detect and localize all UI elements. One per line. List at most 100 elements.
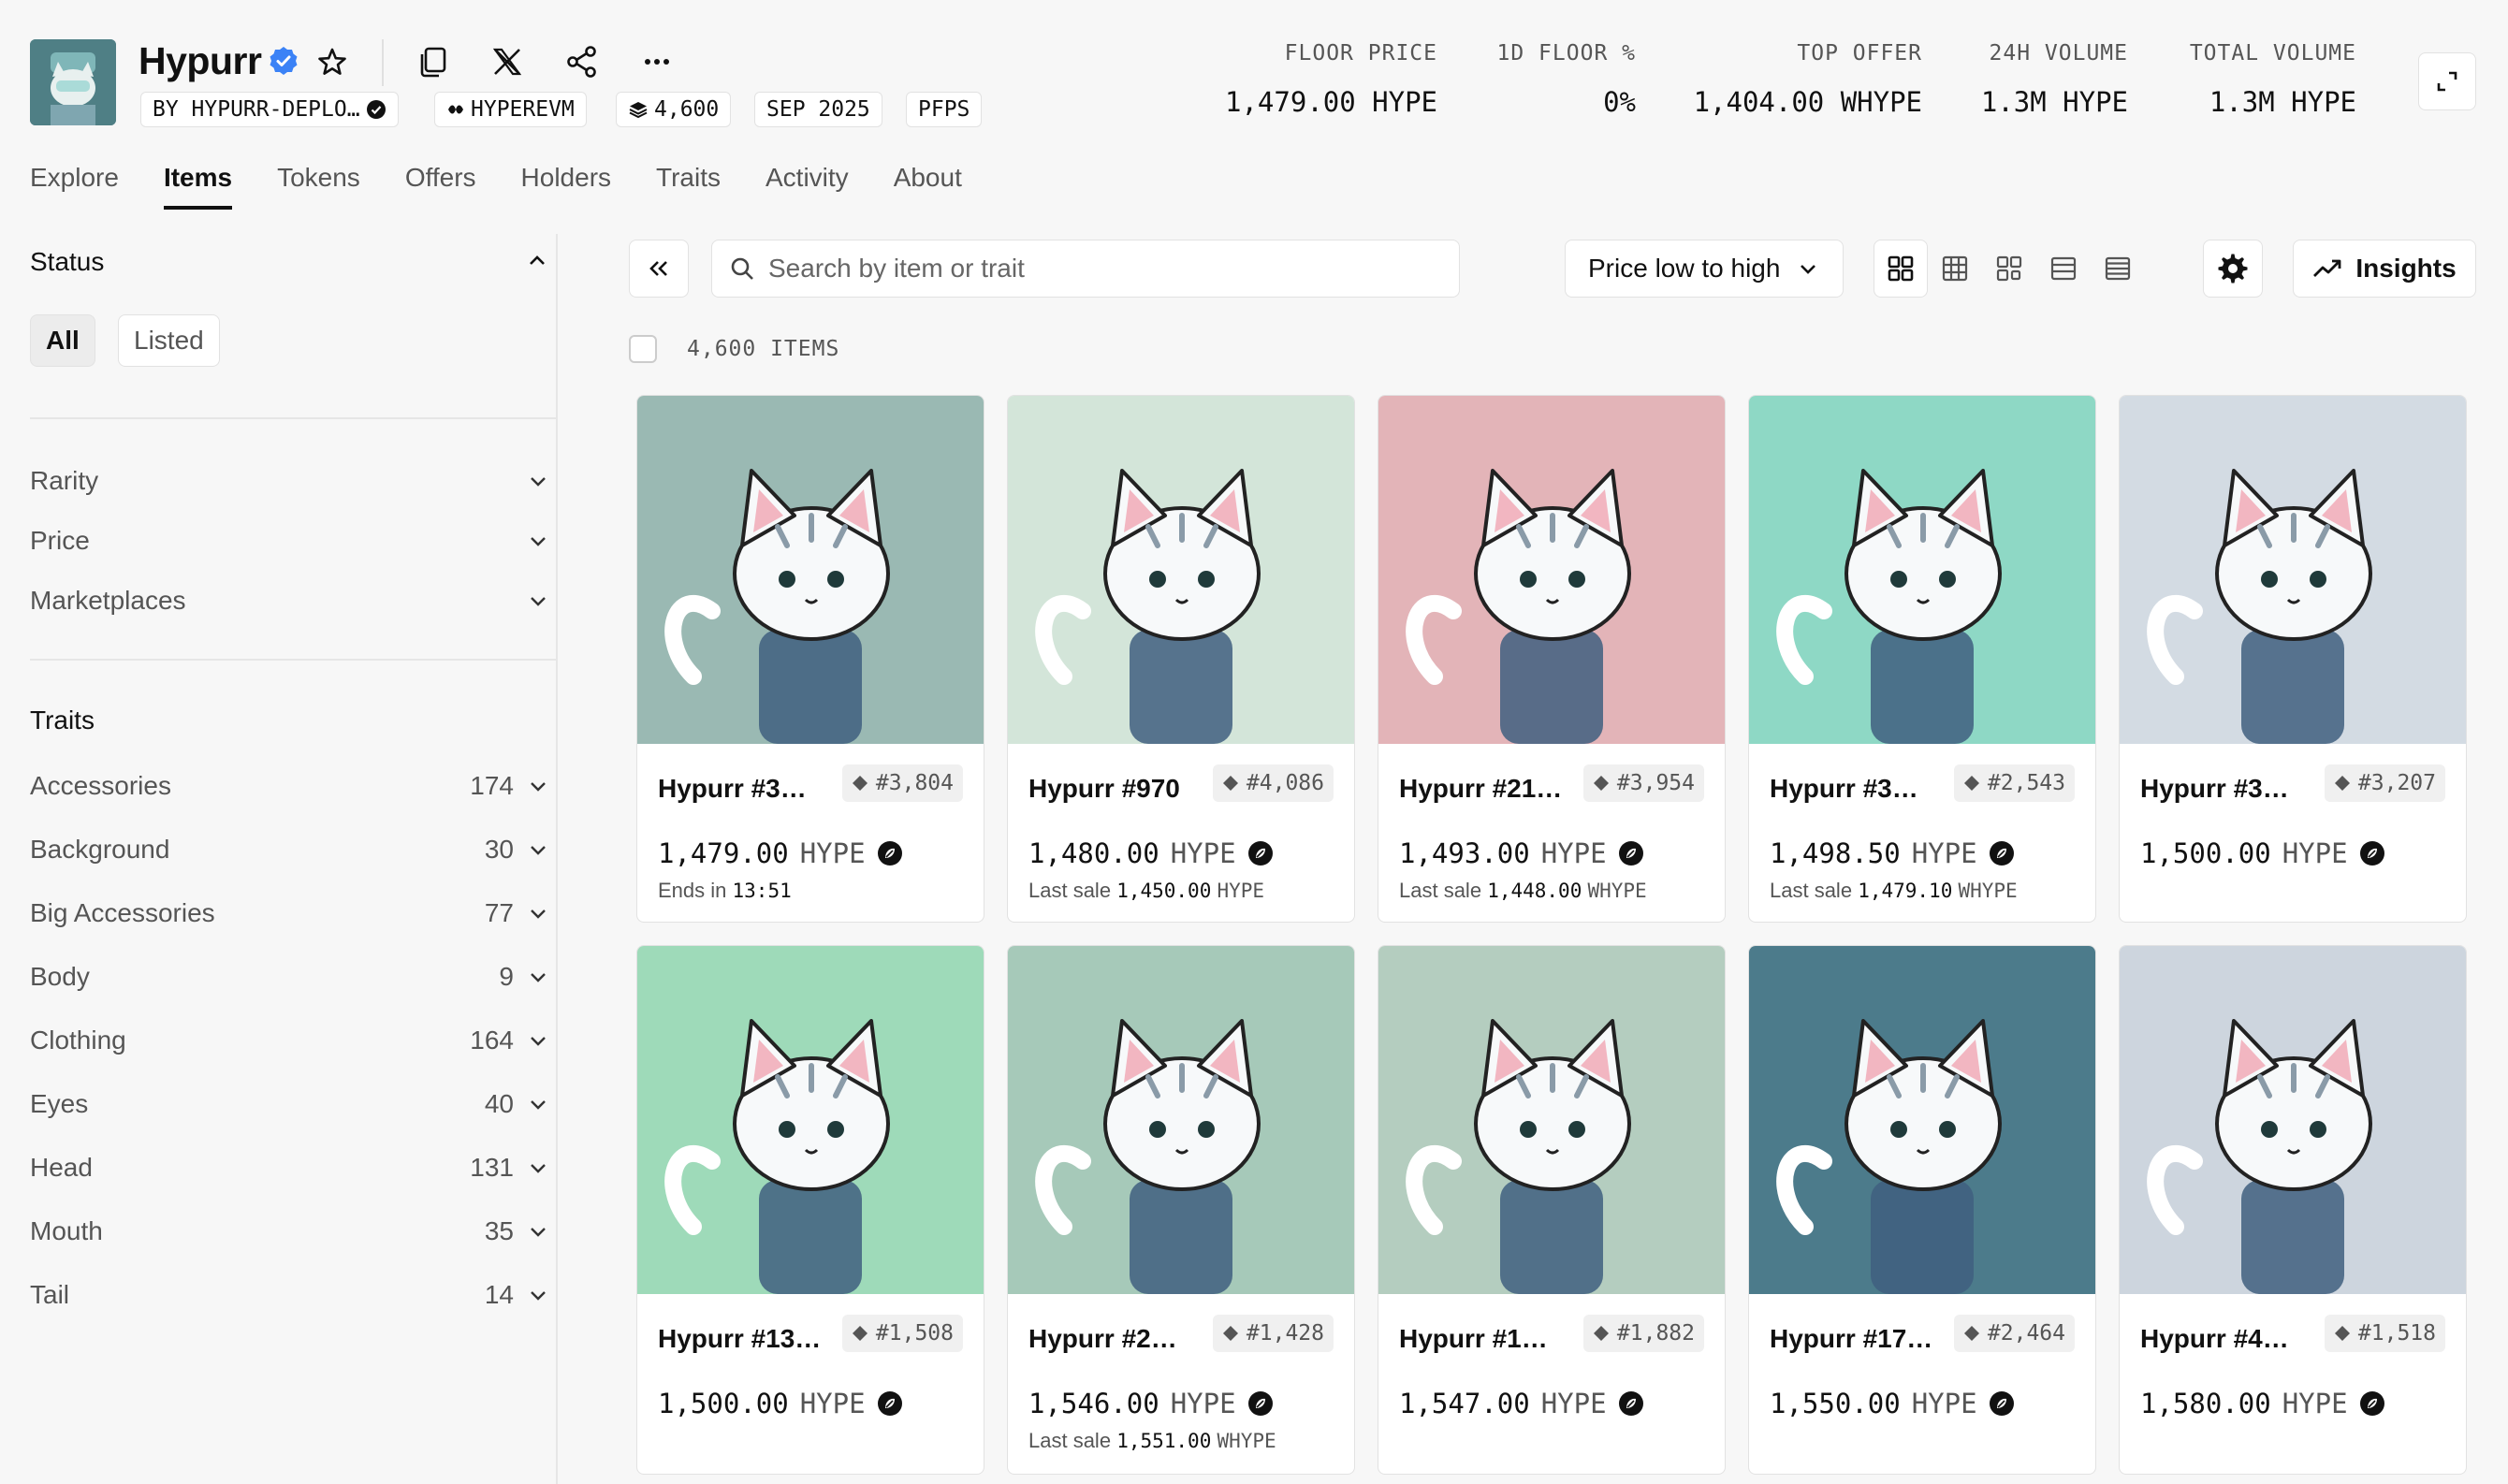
favorite-star-icon[interactable] — [314, 45, 350, 80]
share-icon[interactable] — [563, 43, 601, 80]
stat-value: 0% — [1603, 86, 1636, 118]
nft-image — [2120, 946, 2466, 1294]
copy-icon[interactable] — [414, 43, 451, 80]
trait-row[interactable]: Tail 14 — [30, 1276, 549, 1314]
nft-image — [1749, 946, 2095, 1294]
marketplace-icon — [1247, 841, 1273, 866]
nft-card[interactable]: Hypurr #3… #3,804 1,479.00 HYPE Ends in 13:5… — [636, 395, 984, 923]
supply-count: 4,600 — [654, 96, 720, 122]
trait-row[interactable]: Background 30 — [30, 831, 549, 868]
nft-card[interactable]: Hypurr #4… #1,518 1,580.00 HYPE — [2119, 945, 2467, 1475]
search-field[interactable] — [711, 240, 1460, 298]
trait-row[interactable]: Accessories 174 — [30, 767, 549, 805]
filter-price[interactable]: Price — [30, 522, 549, 560]
trait-row[interactable]: Mouth 35 — [30, 1213, 549, 1250]
tab-offers[interactable]: Offers — [405, 159, 476, 211]
trait-row[interactable]: Big Accessories 77 — [30, 895, 549, 932]
insights-button[interactable]: Insights — [2293, 240, 2476, 298]
card-subtext: Ends in 13:51 — [658, 879, 792, 903]
nft-card[interactable]: Hypurr #970 #4,086 1,480.00 HYPE Last sale 1… — [1007, 395, 1355, 923]
view-table-button[interactable] — [2091, 240, 2145, 298]
marketplace-icon — [877, 1391, 902, 1416]
nft-image — [1749, 396, 2095, 744]
trait-name: Mouth — [30, 1216, 103, 1245]
tab-activity[interactable]: Activity — [766, 159, 849, 211]
item-price: 1,500.00 HYPE — [658, 1388, 903, 1419]
item-price: 1,547.00 HYPE — [1399, 1388, 1644, 1419]
item-price: 1,550.00 HYPE — [1770, 1388, 2015, 1419]
layers-icon — [629, 102, 648, 119]
trait-row[interactable]: Eyes 40 — [30, 1085, 549, 1123]
trait-name: Background — [30, 835, 170, 864]
price-value: 1,500.00 — [2140, 837, 2271, 869]
rarity-rank-badge: #4,086 — [1212, 764, 1334, 802]
tab-tokens[interactable]: Tokens — [277, 159, 360, 211]
tab-items[interactable]: Items — [163, 159, 233, 211]
view-small-grid-button[interactable] — [1928, 240, 1982, 298]
creator-name: BY HYPURR-DEPLO… — [153, 96, 360, 122]
marketplace-icon — [1618, 1391, 1643, 1416]
select-all-checkbox[interactable] — [629, 335, 657, 363]
nft-card[interactable]: Hypurr #1… #1,882 1,547.00 HYPE — [1378, 945, 1726, 1475]
trait-row[interactable]: Body 9 — [30, 958, 549, 996]
stat-label: TOTAL VOLUME — [2189, 41, 2356, 65]
cat-illustration — [1776, 469, 2002, 744]
expand-button[interactable] — [2418, 52, 2476, 110]
nft-card[interactable]: Hypurr #21… #3,954 1,493.00 HYPE Last sale 1… — [1378, 395, 1726, 923]
category-pill[interactable]: PFPS — [906, 92, 983, 127]
price-currency: HYPE — [799, 837, 866, 869]
stat-24h-volume: 24H VOLUME 1.3M HYPE — [1981, 41, 2128, 118]
trait-name: Body — [30, 962, 90, 991]
nft-card[interactable]: Hypurr #3… #3,207 1,500.00 HYPE — [2119, 395, 2467, 923]
chevron-up-icon[interactable] — [526, 249, 548, 271]
collapse-sidebar-button[interactable] — [629, 240, 689, 298]
filter-rarity[interactable]: Rarity — [30, 462, 549, 500]
collection-header: Hypurr BY HYPURR-DEPLO… HYPEREVM 4,600 S… — [0, 0, 2508, 140]
x-twitter-icon[interactable] — [488, 43, 526, 80]
status-all-button[interactable]: All — [30, 314, 95, 367]
trait-count: 131 — [470, 1153, 514, 1182]
tab-about[interactable]: About — [894, 159, 962, 211]
subtext-currency: HYPE — [1217, 880, 1265, 902]
settings-button[interactable] — [2203, 240, 2263, 298]
item-name: Hypurr #3… — [1770, 774, 1918, 803]
trait-count: 14 — [484, 1280, 514, 1309]
diamond-icon — [1222, 776, 1238, 791]
cat-illustration — [664, 1019, 890, 1294]
creator-verified-icon — [366, 100, 386, 119]
nft-card[interactable]: Hypurr #13… #1,508 1,500.00 HYPE — [636, 945, 984, 1475]
collection-title: Hypurr — [139, 39, 262, 82]
cat-illustration — [2147, 1019, 2372, 1294]
rarity-rank: #1,508 — [875, 1321, 954, 1346]
tab-holders[interactable]: Holders — [521, 159, 611, 211]
rarity-rank-badge: #1,428 — [1212, 1315, 1334, 1352]
price-currency: HYPE — [1540, 837, 1607, 869]
trait-name: Big Accessories — [30, 898, 215, 927]
view-list-button[interactable] — [2036, 240, 2091, 298]
table-icon — [2105, 256, 2131, 281]
status-heading[interactable]: Status — [30, 247, 104, 277]
view-large-grid-button[interactable] — [1874, 240, 1929, 298]
search-input[interactable] — [768, 254, 1423, 284]
nft-image — [1378, 396, 1725, 744]
chain-pill[interactable]: HYPEREVM — [434, 92, 587, 127]
gear-icon — [2218, 254, 2248, 284]
creator-pill[interactable]: BY HYPURR-DEPLO… — [140, 92, 399, 127]
more-options-icon[interactable] — [638, 43, 676, 80]
sort-dropdown[interactable]: Price low to high — [1565, 240, 1844, 298]
nft-card[interactable]: Hypurr #2… #1,428 1,546.00 HYPE Last sale 1,… — [1007, 945, 1355, 1475]
marketplace-icon — [1247, 1391, 1273, 1416]
price-currency: HYPE — [1911, 837, 1977, 869]
trait-row[interactable]: Head 131 — [30, 1149, 549, 1186]
nft-card[interactable]: Hypurr #17… #2,464 1,550.00 HYPE — [1748, 945, 2096, 1475]
filter-marketplaces[interactable]: Marketplaces — [30, 582, 549, 619]
stat-floor-change: 1D FLOOR % 0% — [1497, 41, 1636, 118]
tab-traits[interactable]: Traits — [656, 159, 721, 211]
view-mosaic-button[interactable] — [1982, 240, 2036, 298]
nft-card[interactable]: Hypurr #3… #2,543 1,498.50 HYPE Last sale 1,… — [1748, 395, 2096, 923]
tab-explore[interactable]: Explore — [30, 159, 119, 211]
trait-row[interactable]: Clothing 164 — [30, 1022, 549, 1059]
nft-image — [637, 946, 984, 1294]
status-listed-button[interactable]: Listed — [118, 314, 220, 367]
chevron-down-icon — [531, 1037, 546, 1046]
